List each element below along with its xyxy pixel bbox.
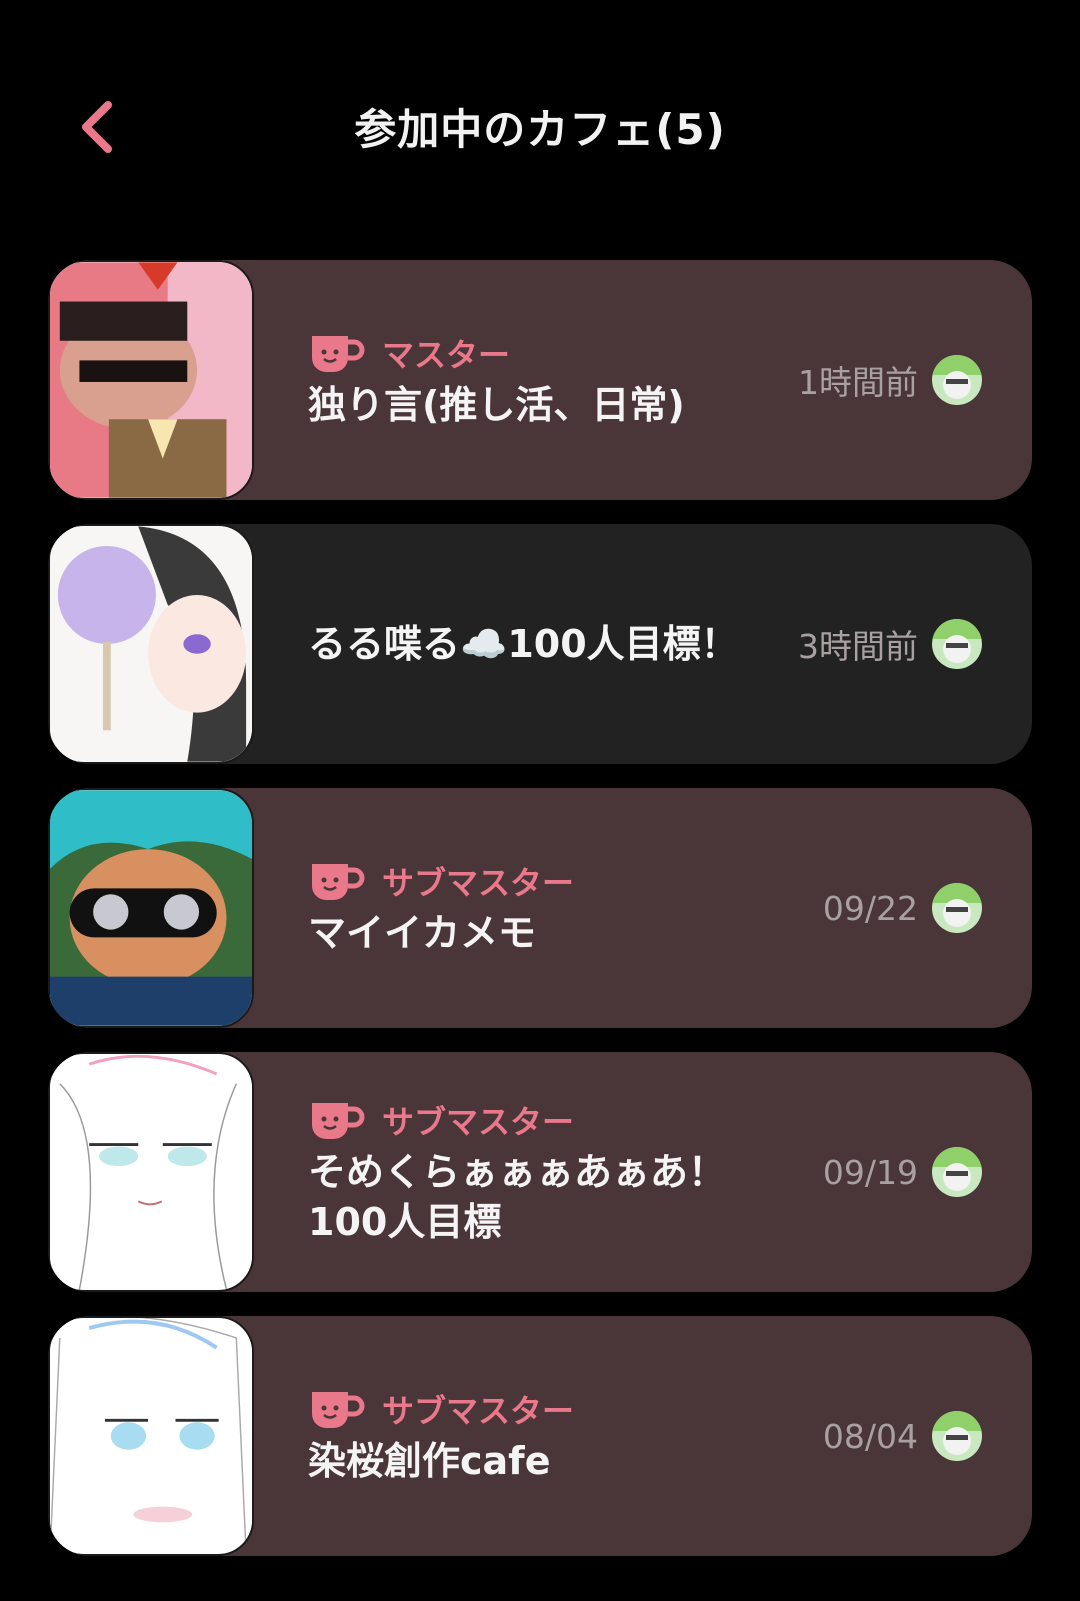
avatar [932,1411,982,1461]
role-label: マスター [382,336,511,374]
cafe-meta: 1時間前 [798,260,982,500]
cafe-name: 独り言(推し活、日常) [308,383,685,427]
cafe-list: マスター 独り言(推し活、日常) 1時間前 るる喋る☁️100人目標！ 3時間前… [48,260,1032,1580]
cup-icon [312,1103,365,1139]
cafe-card[interactable]: サブマスター マイイカメモ 09/22 [48,788,1032,1028]
avatar [932,355,982,405]
cafe-info: サブマスター 染桜創作cafe [308,1316,788,1556]
cafe-card[interactable]: サブマスター そめくらぁぁぁあぁあ！100人目標 09/19 [48,1052,1032,1292]
cafe-info: るる喋る☁️100人目標！ [308,524,788,764]
cafe-card[interactable]: サブマスター 染桜創作cafe 08/04 [48,1316,1032,1556]
cafe-name: るる喋る☁️100人目標！ [308,622,739,666]
role-row: サブマスター [308,858,788,904]
role-label: サブマスター [382,1103,575,1141]
cafe-card[interactable]: マスター 独り言(推し活、日常) 1時間前 [48,260,1032,500]
last-active-time: 08/04 [822,1416,918,1456]
cafe-card[interactable]: るる喋る☁️100人目標！ 3時間前 [48,524,1032,764]
cafe-thumbnail [48,788,254,1028]
cup-icon [312,864,365,900]
avatar [932,883,982,933]
header: 参加中のカフェ(5) [0,0,1080,250]
role-row: マスター [308,330,788,376]
role-row: サブマスター [308,1097,788,1143]
cafe-name: そめくらぁぁぁあぁあ！100人目標 [308,1150,727,1244]
cafe-thumbnail [48,1316,254,1556]
role-label: サブマスター [382,1392,575,1430]
cafe-meta: 3時間前 [798,524,982,764]
cafe-thumbnail [48,524,254,764]
cafe-name: マイイカメモ [308,911,537,955]
cafe-thumbnail [48,1052,254,1292]
cafe-meta: 09/19 [823,1052,982,1292]
last-active-time: 09/19 [822,1152,918,1192]
cafe-name: 染桜創作cafe [308,1439,551,1483]
cafe-info: サブマスター そめくらぁぁぁあぁあ！100人目標 [308,1052,788,1292]
cafe-thumbnail [48,260,254,500]
last-active-time: 1時間前 [798,363,918,402]
cafe-meta: 09/22 [823,788,982,1028]
avatar [932,1147,982,1197]
cafe-info: マスター 独り言(推し活、日常) [308,260,788,500]
cup-icon [312,1392,365,1428]
cup-icon [312,336,365,372]
last-active-time: 09/22 [822,888,918,928]
cafe-info: サブマスター マイイカメモ [308,788,788,1028]
page-title: 参加中のカフェ(5) [354,105,726,154]
cafe-meta: 08/04 [823,1316,982,1556]
avatar [932,619,982,669]
last-active-time: 3時間前 [798,627,918,666]
role-row: サブマスター [308,1386,788,1432]
role-label: サブマスター [382,864,575,902]
